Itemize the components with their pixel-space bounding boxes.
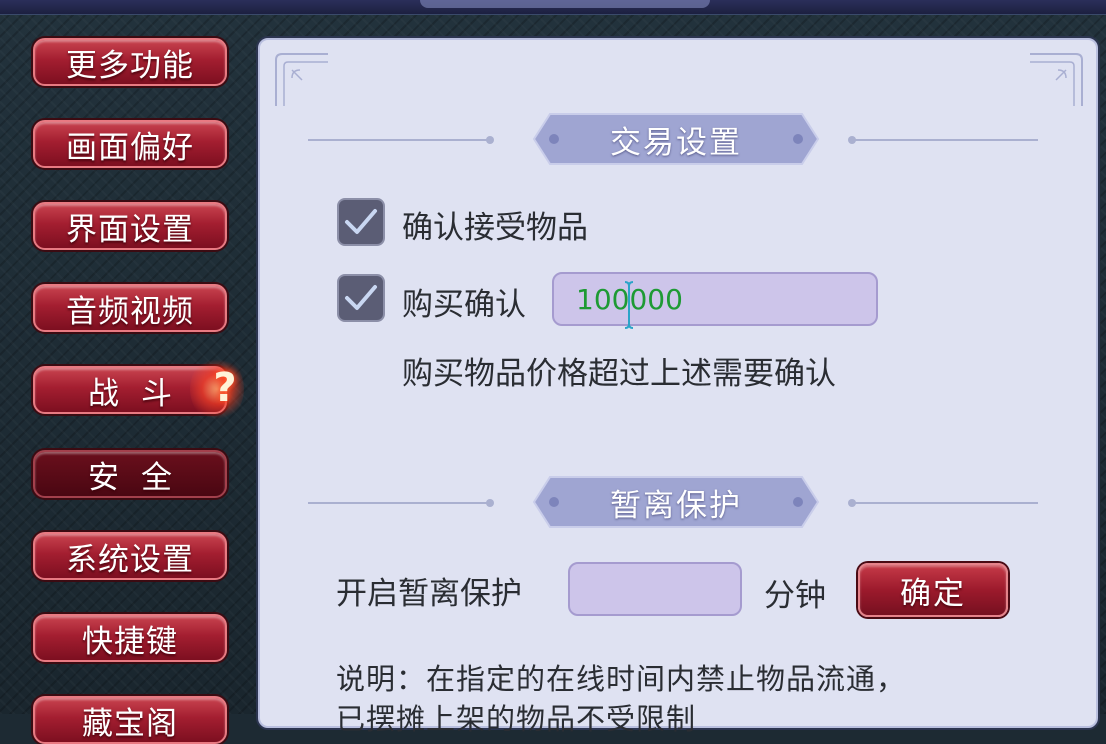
section-divider — [308, 499, 494, 507]
trade-settings-header: 交易设置 — [532, 112, 820, 166]
section-divider — [308, 136, 494, 144]
minutes-unit-label: 分钟 — [764, 578, 826, 614]
checkmark-icon — [345, 209, 377, 234]
away-protection-title: 暂离保护 — [610, 487, 742, 524]
sidebar-item-treasure-pavilion[interactable]: 藏宝阁 — [33, 696, 227, 744]
sidebar-item-display-preferences[interactable]: 画面偏好 — [33, 120, 227, 168]
sidebar-item-shortcuts[interactable]: 快捷键 — [33, 614, 227, 662]
settings-sidebar: 更多功能 画面偏好 界面设置 音频视频 战斗 ? 安全 系统设置 快捷键 藏宝阁 — [0, 0, 250, 744]
section-divider — [848, 499, 1038, 507]
away-protection-header: 暂离保护 — [532, 475, 820, 529]
sidebar-item-system-settings[interactable]: 系统设置 — [33, 532, 227, 580]
away-note-line1: 说明：在指定的在线时间内禁止物品流通， — [336, 662, 907, 696]
text-cursor-icon — [624, 281, 634, 329]
purchase-threshold-input[interactable]: 100000 — [552, 272, 878, 329]
away-protection-label: 开启暂离保护 — [336, 576, 522, 612]
away-minutes-input[interactable] — [568, 562, 742, 616]
sidebar-item-security[interactable]: 安全 — [33, 450, 227, 498]
away-note-line2: 已摆摊上架的物品不受限制 — [336, 702, 697, 736]
confirm-receive-checkbox[interactable] — [337, 198, 385, 246]
corner-ornament-icon — [1026, 50, 1086, 110]
purchase-confirm-checkbox[interactable] — [337, 274, 385, 322]
sidebar-item-more-features[interactable]: 更多功能 — [33, 38, 227, 86]
alert-icon: ? — [213, 365, 237, 411]
confirm-receive-label: 确认接受物品 — [402, 210, 588, 246]
purchase-confirm-label: 购买确认 — [402, 287, 526, 323]
confirm-button[interactable]: 确定 — [858, 563, 1008, 617]
corner-ornament-icon — [272, 50, 332, 110]
purchase-hint-text: 购买物品价格超过上述需要确认 — [402, 356, 836, 392]
checkmark-icon — [345, 285, 377, 310]
sidebar-item-interface-settings[interactable]: 界面设置 — [33, 202, 227, 250]
trade-settings-title: 交易设置 — [610, 124, 742, 161]
section-divider — [848, 136, 1038, 144]
sidebar-item-audio-video[interactable]: 音频视频 — [33, 284, 227, 332]
